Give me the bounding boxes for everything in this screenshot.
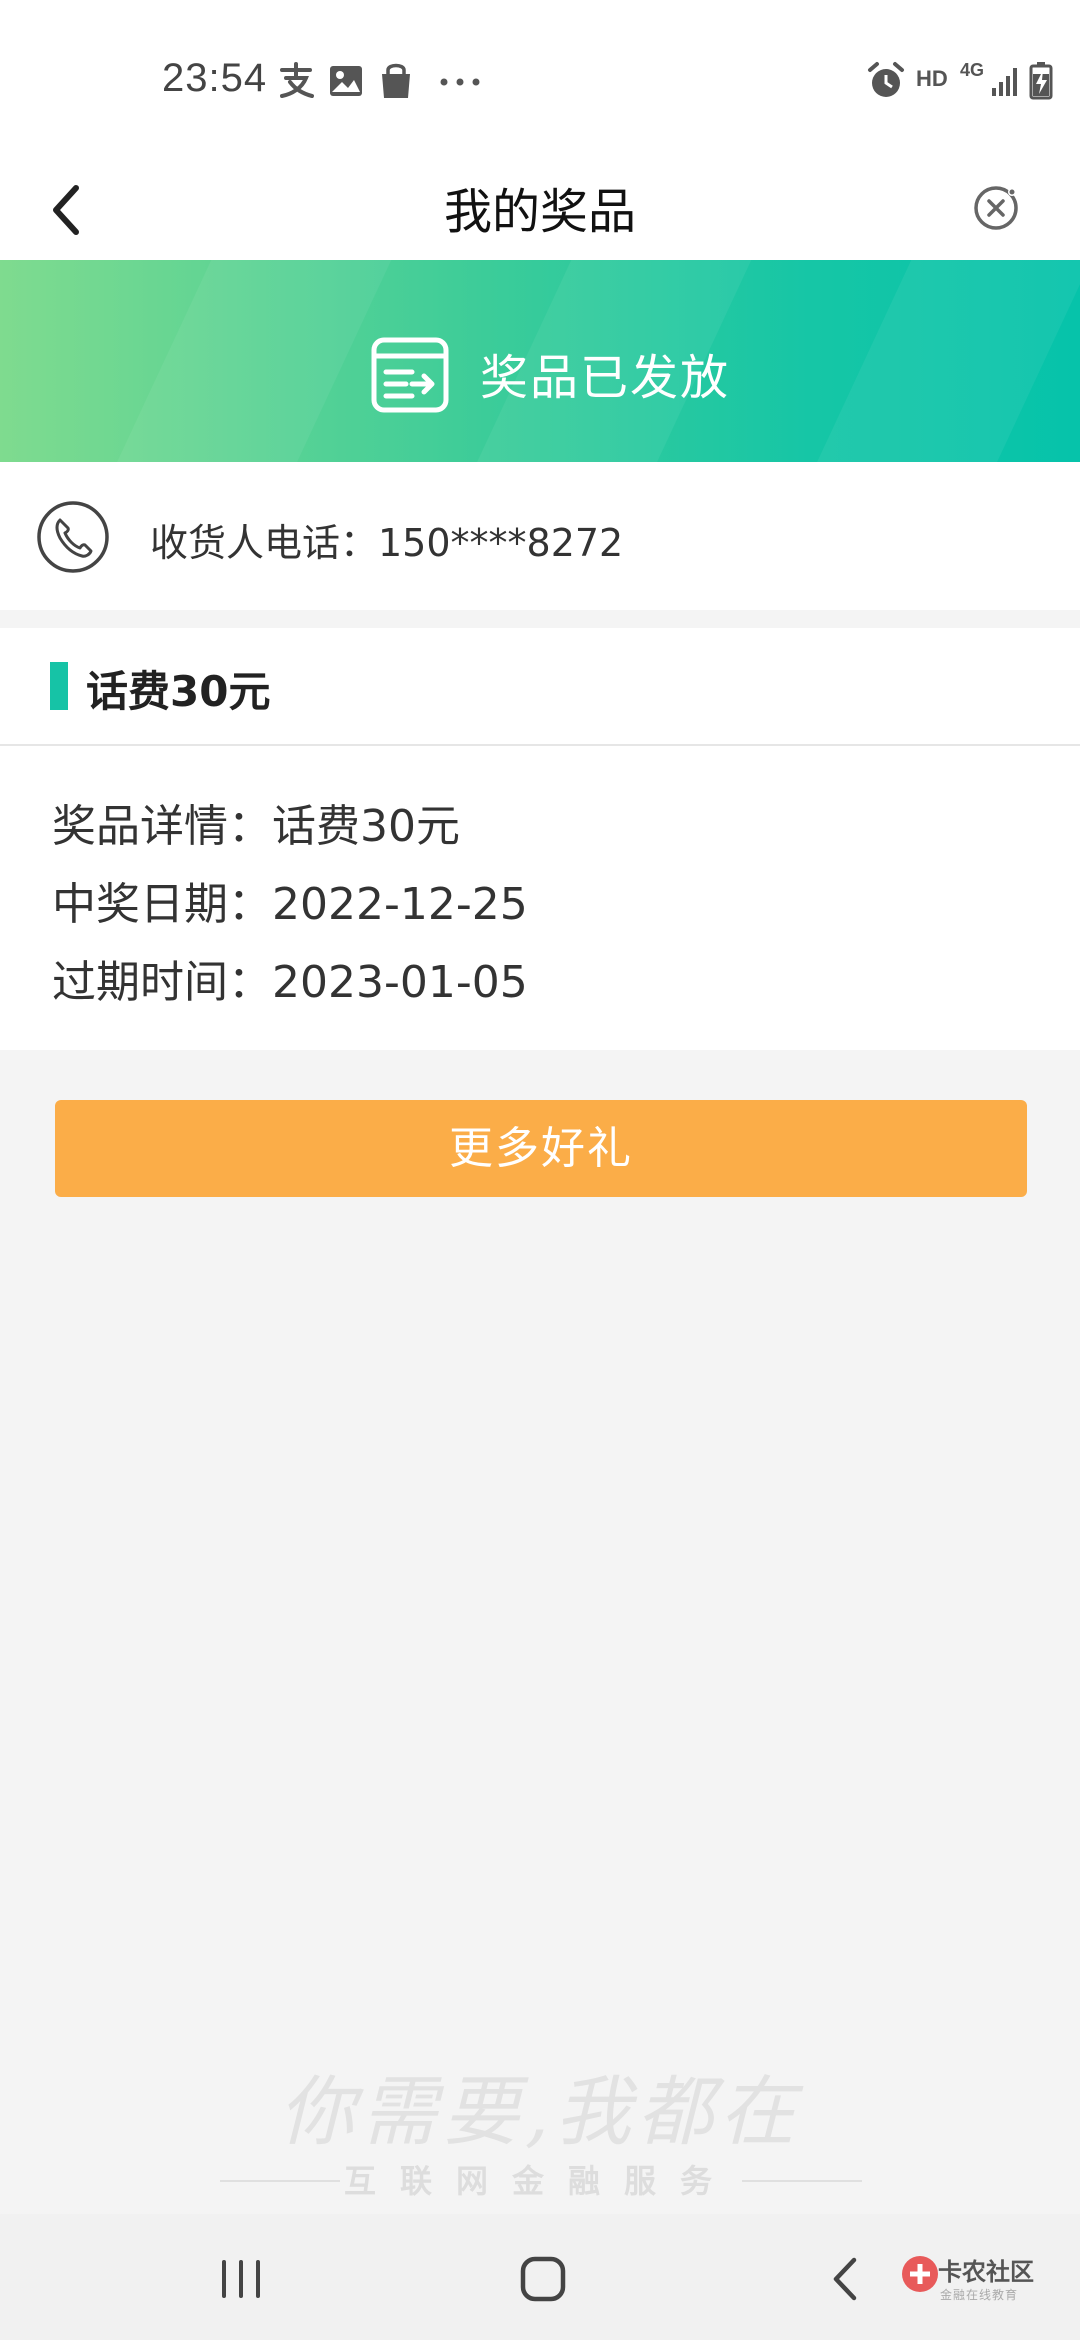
network-label: 4G (960, 60, 985, 80)
prize-detail: 奖品详情：话费30元 (52, 801, 460, 852)
title-accent-bar (50, 662, 68, 710)
divider (0, 744, 1080, 746)
prize-title: 话费30元 (86, 667, 271, 716)
system-nav-bar: 卡农社区 金融在线教育 (0, 2214, 1080, 2340)
watermark-subtitle: 互联网金融服务 (343, 2162, 736, 2200)
delivered-box-icon (371, 337, 449, 413)
prize-card: 话费30元 奖品详情：话费30元 中奖日期：2022-12-25 过期时间：20… (0, 628, 1080, 1050)
alarm-icon (868, 62, 904, 97)
prize-status-text: 奖品已发放 (480, 350, 731, 406)
status-time: 23:54 (162, 56, 268, 100)
watermark-slogan: 你需要,我都在 (278, 2067, 802, 2156)
alipay-icon (280, 62, 314, 98)
receiver-phone-text: 收货人电话：150****8272 (150, 521, 624, 565)
recent-apps-button[interactable] (206, 2244, 276, 2314)
page-title: 我的奖品 (443, 184, 636, 240)
kanong-logo-icon (902, 2256, 938, 2292)
status-banner: 奖品已发放 (0, 260, 1080, 462)
more-gifts-button[interactable]: 更多好礼 (55, 1100, 1027, 1197)
battery-charging-icon (1029, 62, 1053, 100)
receiver-phone-row: 收货人电话：150****8272 (0, 462, 1080, 610)
header: 我的奖品 (0, 160, 1080, 260)
more-dots-icon (440, 78, 480, 86)
close-mini-program-button[interactable] (966, 172, 1026, 242)
hd-label: HD (916, 66, 948, 91)
status-bar: 23:54 HD 4G (0, 0, 1080, 160)
back-nav-button[interactable] (812, 2244, 882, 2314)
home-button[interactable] (508, 2244, 578, 2314)
brand-subtitle: 金融在线教育 (940, 2288, 1019, 2302)
phone-icon (37, 501, 109, 573)
signal-icon (992, 68, 1017, 96)
image-icon (330, 66, 362, 96)
expire-date: 过期时间：2023-01-05 (52, 957, 528, 1008)
shopping-bag-icon (382, 63, 410, 98)
win-date: 中奖日期：2022-12-25 (52, 879, 528, 930)
brand-name: 卡农社区 (938, 2258, 1034, 2286)
